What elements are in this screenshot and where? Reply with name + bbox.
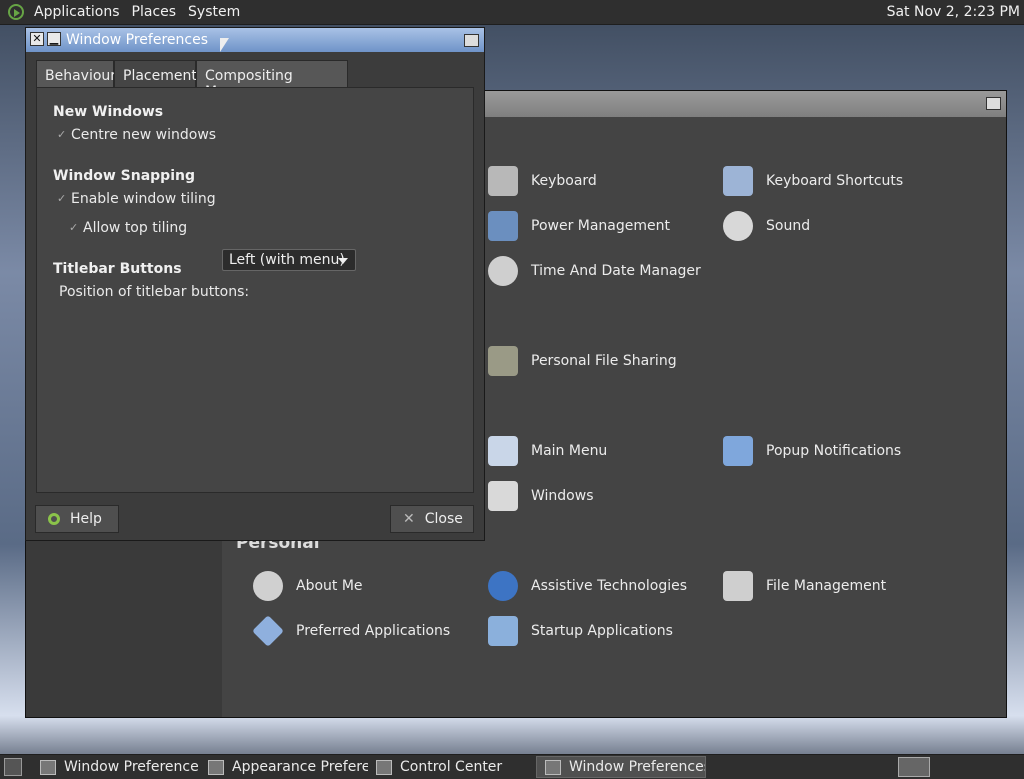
close-label: Close xyxy=(424,511,463,527)
item-label: Popup Notifications xyxy=(766,443,902,459)
top-tiling-checkbox[interactable]: ✓ xyxy=(69,222,79,233)
placement-pane: New Windows ✓ Centre new windows Window … xyxy=(36,87,474,493)
tab-behaviour[interactable]: Behaviour xyxy=(36,60,116,88)
dropdown-arrow-icon xyxy=(338,258,348,264)
maximize-icon[interactable] xyxy=(986,97,1001,110)
tab-compositing-manager[interactable]: Compositing Manager xyxy=(196,60,348,100)
item-label: Personal File Sharing xyxy=(531,353,677,369)
item-label: Power Management xyxy=(531,218,671,234)
help-icon xyxy=(48,513,60,525)
close-x-icon: ✕ xyxy=(403,511,415,527)
new-windows-heading: New Windows xyxy=(53,104,164,120)
item-main-menu[interactable]: Main Menu xyxy=(488,435,607,467)
item-sound[interactable]: Sound xyxy=(723,210,810,242)
item-label: About Me xyxy=(296,578,363,594)
centre-label[interactable]: Centre new windows xyxy=(71,127,216,143)
menu-places[interactable]: Places xyxy=(126,4,183,20)
taskbar-item[interactable]: Window Preferences xyxy=(32,756,198,778)
maximize-icon[interactable] xyxy=(464,34,479,47)
sound-icon xyxy=(723,211,753,241)
window-icon xyxy=(545,759,561,775)
startup-apps-icon xyxy=(488,616,518,646)
dialog-titlebar[interactable]: ✕ ▁ Window Preferences xyxy=(26,28,484,52)
minimize-icon[interactable]: ▁ xyxy=(47,32,61,46)
menu-applications[interactable]: Applications xyxy=(28,4,126,20)
mate-logo-icon[interactable] xyxy=(8,4,24,20)
workspace-switcher[interactable] xyxy=(898,757,930,777)
position-label: Position of titlebar buttons: xyxy=(59,284,250,300)
item-windows[interactable]: Windows xyxy=(488,480,594,512)
clock[interactable]: Sat Nov 2, 2:23 PM xyxy=(887,4,1020,20)
item-label: Main Menu xyxy=(531,443,608,459)
taskbar-label: Control Center xyxy=(400,759,503,775)
position-combo-value: Left (with menu) xyxy=(229,252,345,268)
keyboard-shortcuts-icon xyxy=(723,166,753,196)
taskbar-label: Appearance Prefere... xyxy=(232,759,368,775)
item-label: File Management xyxy=(766,578,887,594)
help-button[interactable]: Help xyxy=(35,505,119,533)
top-panel: Applications Places System Sat Nov 2, 2:… xyxy=(0,0,1024,25)
item-keyboard-shortcuts[interactable]: Keyboard Shortcuts xyxy=(723,165,903,197)
windows-icon xyxy=(488,481,518,511)
accessibility-icon xyxy=(488,571,518,601)
bottom-panel: Window Preferences Appearance Prefere...… xyxy=(0,754,1024,779)
preferred-apps-icon xyxy=(252,615,284,647)
tiling-label[interactable]: Enable window tiling xyxy=(71,191,216,207)
item-startup-applications[interactable]: Startup Applications xyxy=(488,615,673,647)
appearance-icon xyxy=(208,759,224,775)
menu-system[interactable]: System xyxy=(182,4,246,20)
item-file-management[interactable]: File Management xyxy=(723,570,886,602)
mouse-cursor-icon xyxy=(220,38,229,52)
help-label: Help xyxy=(70,511,102,527)
item-label: Time And Date Manager xyxy=(531,263,701,279)
top-tiling-label[interactable]: Allow top tiling xyxy=(83,220,187,236)
control-center-icon xyxy=(376,759,392,775)
item-label: Startup Applications xyxy=(531,623,673,639)
keyboard-icon xyxy=(488,166,518,196)
item-label: Keyboard Shortcuts xyxy=(766,173,904,189)
folder-icon xyxy=(488,346,518,376)
main-menu-icon xyxy=(488,436,518,466)
item-about-me[interactable]: About Me xyxy=(253,570,363,602)
item-label: Preferred Applications xyxy=(296,623,451,639)
notifications-icon xyxy=(723,436,753,466)
about-me-icon xyxy=(253,571,283,601)
position-combo[interactable]: Left (with menu) xyxy=(222,249,356,271)
item-label: Keyboard xyxy=(531,173,597,189)
taskbar-label: Window Preferences xyxy=(64,759,198,775)
file-management-icon xyxy=(723,571,753,601)
item-label: Windows xyxy=(531,488,594,504)
tab-placement[interactable]: Placement xyxy=(114,60,197,88)
item-preferred-applications[interactable]: Preferred Applications xyxy=(252,615,451,647)
item-time-and-date[interactable]: Time And Date Manager xyxy=(488,255,701,287)
centre-checkbox[interactable]: ✓ xyxy=(57,129,67,140)
clock-icon xyxy=(488,256,518,286)
close-icon[interactable]: ✕ xyxy=(30,32,44,46)
item-keyboard[interactable]: Keyboard xyxy=(488,165,597,197)
show-desktop-icon[interactable] xyxy=(4,758,22,776)
item-label: Assistive Technologies xyxy=(531,578,688,594)
window-snapping-heading: Window Snapping xyxy=(53,168,195,184)
taskbar-label: Window Preferences xyxy=(569,759,706,775)
taskbar-item-active[interactable]: Window Preferences xyxy=(536,756,706,778)
item-popup-notifications[interactable]: Popup Notifications xyxy=(723,435,901,467)
item-assistive-technologies[interactable]: Assistive Technologies xyxy=(488,570,687,602)
dialog-title: Window Preferences xyxy=(66,32,208,48)
taskbar-item[interactable]: Control Center xyxy=(368,756,534,778)
power-management-icon xyxy=(488,211,518,241)
item-power-management[interactable]: Power Management xyxy=(488,210,670,242)
taskbar-item[interactable]: Appearance Prefere... xyxy=(200,756,368,778)
item-label: Sound xyxy=(766,218,811,234)
item-personal-file-sharing[interactable]: Personal File Sharing xyxy=(488,345,677,377)
tiling-checkbox[interactable]: ✓ xyxy=(57,193,67,204)
window-icon xyxy=(40,759,56,775)
window-preferences-dialog: ✕ ▁ Window Preferences Behaviour Placeme… xyxy=(25,27,485,541)
titlebar-buttons-heading: Titlebar Buttons xyxy=(53,261,182,277)
close-button[interactable]: ✕ Close xyxy=(390,505,474,533)
